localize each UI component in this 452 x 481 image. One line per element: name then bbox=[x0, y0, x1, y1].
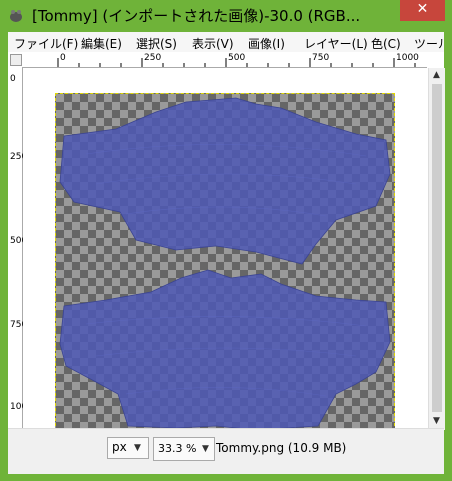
ruler-h-label: 1000 bbox=[396, 53, 419, 63]
ruler-v-label: 1000 bbox=[10, 402, 33, 412]
menu-bar: ファイル(F) 編集(E) 選択(S) 表示(V) 画像(I) レイヤー(L) … bbox=[8, 32, 444, 52]
menu-colors[interactable]: 色(C) bbox=[371, 35, 401, 52]
menu-select[interactable]: 選択(S) bbox=[136, 35, 177, 52]
image-canvas[interactable] bbox=[55, 93, 395, 430]
ruler-v-label: 750 bbox=[10, 320, 28, 330]
client-area: ファイル(F) 編集(E) 選択(S) 表示(V) 画像(I) レイヤー(L) … bbox=[8, 32, 445, 474]
close-icon: ✕ bbox=[416, 1, 429, 17]
menu-view[interactable]: 表示(V) bbox=[192, 35, 234, 52]
gimp-icon bbox=[10, 10, 22, 22]
status-bar: px ▼ 33.3 % ▼ Tommy.png (10.9 MB) bbox=[8, 428, 444, 474]
menu-file[interactable]: ファイル(F) bbox=[14, 35, 78, 52]
vertical-ruler[interactable]: 0 250 500 750 1000 bbox=[8, 67, 33, 430]
zoom-select[interactable]: 33.3 % ▼ bbox=[153, 437, 215, 461]
unit-value: px bbox=[112, 440, 127, 454]
ruler-h-label: 500 bbox=[228, 53, 246, 63]
vertical-scrollbar[interactable]: ▲ ▼ bbox=[428, 68, 445, 430]
menu-image[interactable]: 画像(I) bbox=[248, 35, 285, 52]
title-bar[interactable]: [Tommy] (インポートされた画像)-30.0 (RGB... ✕ bbox=[0, 0, 452, 32]
file-info: Tommy.png (10.9 MB) bbox=[216, 441, 347, 455]
image-view[interactable] bbox=[23, 68, 427, 430]
zoom-value: 33.3 % bbox=[158, 442, 197, 455]
chevron-down-icon: ▼ bbox=[134, 443, 141, 453]
arrow-up-icon[interactable]: ▲ bbox=[433, 70, 440, 80]
horizontal-ruler[interactable]: 0 250 500 750 1000 bbox=[23, 52, 427, 68]
menu-tools[interactable]: ツール bbox=[414, 35, 444, 52]
ruler-ticks bbox=[57, 58, 416, 67]
canvas-area: 0 250 500 750 1000 0 250 500 750 1000 ▲ … bbox=[8, 52, 445, 446]
ruler-v-label: 0 bbox=[10, 74, 16, 84]
ruler-h-label: 0 bbox=[60, 53, 66, 63]
navigate-icon[interactable] bbox=[10, 54, 22, 66]
vertical-scroll-thumb[interactable] bbox=[432, 84, 442, 412]
unit-select[interactable]: px ▼ bbox=[107, 437, 149, 459]
uv-map-image bbox=[59, 97, 391, 430]
ruler-h-label: 250 bbox=[144, 53, 162, 63]
close-button[interactable]: ✕ bbox=[400, 0, 445, 21]
ruler-h-label: 750 bbox=[312, 53, 330, 63]
chevron-down-icon: ▼ bbox=[202, 444, 209, 454]
ruler-v-label: 500 bbox=[10, 236, 28, 246]
menu-edit[interactable]: 編集(E) bbox=[81, 35, 122, 52]
arrow-down-icon[interactable]: ▼ bbox=[433, 416, 440, 426]
window-title: [Tommy] (インポートされた画像)-30.0 (RGB... bbox=[32, 7, 361, 25]
menu-layer[interactable]: レイヤー(L) bbox=[304, 35, 368, 52]
ruler-v-label: 250 bbox=[10, 152, 28, 162]
gimp-window: [Tommy] (インポートされた画像)-30.0 (RGB... ✕ ファイル… bbox=[0, 0, 452, 481]
